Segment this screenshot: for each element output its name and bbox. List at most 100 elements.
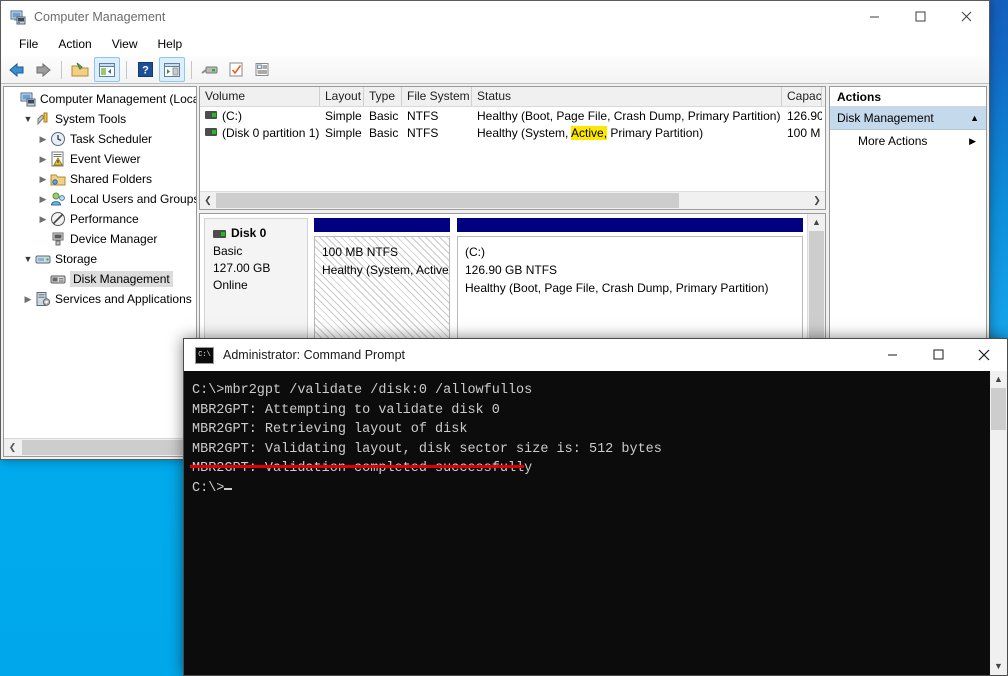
scroll-left-icon[interactable]: ❮ [4, 442, 21, 453]
system-tools-icon [37, 112, 48, 126]
scroll-up-icon[interactable]: ▲ [812, 214, 821, 231]
column-header-file-system[interactable]: File System [402, 87, 472, 106]
tree-item-device-manager[interactable]: Device Manager [4, 229, 196, 249]
back-arrow-icon[interactable] [5, 58, 29, 81]
tree-horizontal-scrollbar[interactable]: ❮ [4, 438, 196, 456]
minimize-button[interactable] [851, 1, 897, 32]
scrollbar-thumb[interactable] [216, 193, 679, 208]
column-header-status[interactable]: Status [472, 87, 782, 106]
properties-icon[interactable] [198, 58, 222, 81]
tree-item-shared-folders[interactable]: ▶ Shared Folders [4, 169, 196, 189]
menu-file[interactable]: File [9, 34, 48, 54]
disk-title: Disk 0 [213, 225, 299, 242]
tree-item-computer-management-local[interactable]: Computer Management (Local [4, 89, 196, 109]
show-hide-console-tree-icon[interactable] [94, 57, 120, 82]
command-prompt-window: C:\ Administrator: Command Prompt C:\>mb… [183, 338, 1008, 676]
column-header-capac[interactable]: Capac [782, 87, 822, 106]
menu-action[interactable]: Action [48, 34, 101, 54]
volume-capacity: 100 M [787, 125, 821, 140]
red-underline-annotation [190, 465, 524, 468]
minimize-button[interactable] [869, 339, 915, 370]
chevron-right-icon[interactable]: ▶ [21, 294, 35, 305]
chevron-right-icon[interactable]: ▶ [36, 174, 50, 185]
maximize-button[interactable] [915, 339, 961, 370]
volume-capacity: 126.90 [787, 108, 822, 123]
tree-item-label: Disk Management [70, 271, 173, 287]
status-highlight: Active, [571, 125, 608, 140]
tree-item-local-users-and-groups[interactable]: ▶ Local Users and Groups [4, 189, 196, 209]
scroll-down-icon[interactable]: ▼ [994, 658, 1003, 675]
scroll-left-icon[interactable]: ❮ [200, 195, 216, 206]
volume-row[interactable]: (C:) Simple Basic NTFS Healthy (Boot, Page F… [200, 107, 825, 124]
chevron-right-icon[interactable]: ▶ [36, 154, 50, 165]
command-prompt-caption-buttons [869, 339, 1007, 371]
forward-arrow-icon[interactable] [31, 58, 55, 81]
tree-item-event-viewer[interactable]: ▶ Event Viewer [4, 149, 196, 169]
scrollbar-thumb[interactable] [991, 388, 1006, 430]
volume-layout: Simple [325, 108, 362, 123]
svg-text:?: ? [142, 65, 149, 77]
volume-list-horizontal-scrollbar[interactable]: ❮ ❯ [200, 191, 825, 209]
chevron-up-icon[interactable]: ▲ [970, 113, 979, 123]
scroll-right-icon[interactable]: ❯ [809, 195, 825, 206]
volume-icon [205, 127, 217, 136]
scrollbar-track[interactable] [216, 193, 809, 208]
help-icon[interactable]: ? [133, 58, 157, 81]
toolbar: ? [1, 56, 989, 84]
column-header-layout[interactable]: Layout [320, 87, 364, 106]
disk-name: Disk 0 [231, 226, 267, 240]
tree-item-disk-management[interactable]: Disk Management [4, 269, 196, 289]
volume-row[interactable]: (Disk 0 partition 1) Simple Basic NTFS Healt… [200, 124, 825, 141]
tree-item-system-tools[interactable]: ▼ System Tools [4, 109, 196, 129]
console-tree[interactable]: Computer Management (Local ▼ System Tools ▶… [4, 87, 196, 439]
chevron-down-icon[interactable]: ▼ [21, 254, 35, 264]
chevron-right-icon[interactable]: ▶ [969, 136, 976, 147]
tree-item-performance[interactable]: ▶ Performance [4, 209, 196, 229]
refresh-icon[interactable] [224, 58, 248, 81]
chevron-right-icon[interactable]: ▶ [36, 214, 50, 225]
actions-group-label: Disk Management [837, 111, 934, 125]
chevron-down-icon[interactable]: ▼ [21, 114, 35, 124]
console-caret [224, 487, 233, 490]
tree-item-storage[interactable]: ▼ Storage [4, 249, 196, 269]
actions-item-more-actions[interactable]: More Actions ▶ [830, 130, 986, 152]
tree-item-label: Task Scheduler [70, 132, 153, 146]
partition-size-fs: 100 MB NTFS [322, 245, 399, 259]
tree-item-services-and-applications[interactable]: ▶ Services and Applications [4, 289, 196, 309]
maximize-button[interactable] [897, 1, 943, 32]
console-output[interactable]: C:\>mbr2gpt /validate /disk:0 /allowfull… [184, 371, 990, 675]
console-vertical-scrollbar[interactable]: ▲ ▼ [990, 371, 1007, 675]
device-manager-icon [52, 232, 64, 246]
show-hide-action-pane-icon[interactable] [159, 57, 185, 82]
tree-item-label: Shared Folders [70, 172, 153, 186]
export-list-icon[interactable] [250, 58, 274, 81]
open-folder-icon[interactable] [68, 58, 92, 81]
volume-list-rows[interactable]: (C:) Simple Basic NTFS Healthy (Boot, Page F… [200, 107, 825, 141]
column-header-volume[interactable]: Volume [200, 87, 320, 106]
chevron-right-icon[interactable]: ▶ [36, 194, 50, 205]
scrollbar-thumb[interactable] [22, 440, 195, 455]
disk-state: Online [213, 278, 248, 292]
actions-title: Actions [830, 87, 986, 107]
toolbar-separator [191, 60, 192, 79]
tree-item-task-scheduler[interactable]: ▶ Task Scheduler [4, 129, 196, 149]
scrollbar-track[interactable] [991, 430, 1006, 658]
tree-item-label: Computer Management (Local [40, 92, 196, 106]
column-header-type[interactable]: Type [364, 87, 402, 106]
volume-list-header[interactable]: Volume Layout Type File System Status Capac [200, 87, 825, 107]
menu-help[interactable]: Help [148, 34, 193, 54]
volume-name: (Disk 0 partition 1) [200, 126, 320, 140]
chevron-right-icon[interactable]: ▶ [36, 134, 50, 145]
partition-status: Healthy (Boot, Page File, Crash Dump, Pr… [465, 281, 769, 295]
close-button[interactable] [961, 339, 1007, 370]
menu-bar: File Action View Help [1, 32, 989, 56]
menu-view[interactable]: View [102, 34, 148, 54]
volume-layout: Simple [325, 125, 362, 140]
close-button[interactable] [943, 1, 989, 32]
scroll-up-icon[interactable]: ▲ [994, 371, 1003, 388]
disk-icon [213, 229, 226, 238]
actions-group-disk-management[interactable]: Disk Management ▲ [830, 107, 986, 130]
partition-status: Healthy (System, Active [322, 263, 449, 277]
console-line: MBR2GPT: Validation completed successful… [192, 461, 533, 476]
volume-type: Basic [369, 125, 399, 140]
